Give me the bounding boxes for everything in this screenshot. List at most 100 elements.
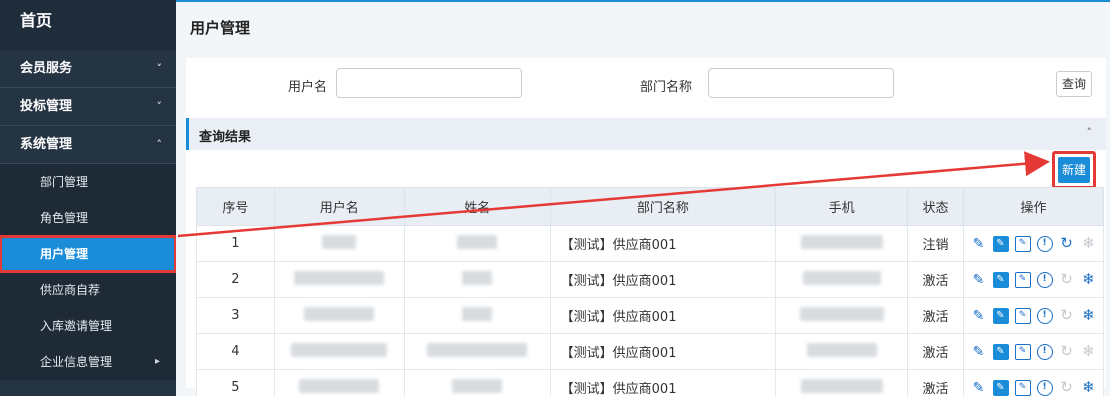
info-circle-icon[interactable]: ! xyxy=(1036,379,1053,396)
info-circle-icon[interactable]: ! xyxy=(1036,343,1053,360)
cell-actions: ✎ ✎ ✎ ! ↻ ❄ xyxy=(963,369,1104,396)
redacted-name xyxy=(462,270,493,285)
sidebar-item-dept[interactable]: 部门管理 xyxy=(0,164,176,200)
col-header: 序号 xyxy=(196,187,275,226)
pencil-icon[interactable]: ✎ xyxy=(971,344,987,360)
row-actions: ✎ ✎ ✎ ! ↻ ❄ xyxy=(964,379,1103,396)
edit-square-outline-icon[interactable]: ✎ xyxy=(1014,271,1031,288)
snowflake-icon[interactable]: ❄ xyxy=(1081,344,1097,360)
redacted-phone xyxy=(806,342,877,357)
sidebar: 首页 会员服务 ˅ 投标管理 ˅ 系统管理 ˄ 部门管理 角色管理 用户管理 供… xyxy=(0,0,177,396)
refresh-icon[interactable]: ↻ xyxy=(1059,236,1075,252)
edit-square-outline-icon[interactable]: ✎ xyxy=(1014,307,1031,324)
table-row: 5 【测试】供应商001 激活 ✎ ✎ ✎ ! ↻ ❄ xyxy=(196,369,1104,396)
cell-phone xyxy=(775,333,909,370)
refresh-icon[interactable]: ↻ xyxy=(1059,308,1075,324)
sidebar-item-label: 企业信息管理 xyxy=(40,355,113,369)
cell-name xyxy=(403,225,551,262)
edit-square-outline-icon[interactable]: ✎ xyxy=(1014,235,1031,252)
info-circle-icon[interactable]: ! xyxy=(1036,235,1053,252)
dept-input[interactable] xyxy=(708,68,894,98)
cell-dept: 【测试】供应商001 xyxy=(549,369,777,396)
redacted-phone xyxy=(799,306,884,321)
redacted-name xyxy=(462,306,493,321)
row-actions: ✎ ✎ ✎ ! ↻ ❄ xyxy=(964,271,1103,288)
sidebar-group-bid-management[interactable]: 投标管理 ˅ xyxy=(0,88,176,126)
cell-name xyxy=(403,369,551,396)
sidebar-item-supplier[interactable]: 供应商自荐 xyxy=(0,272,176,308)
main-content: 用户管理 用户名 部门名称 查询 查询结果 ˄ 新建 序号 用户名 姓名 部门名… xyxy=(176,0,1110,396)
sidebar-item-user[interactable]: 用户管理 xyxy=(0,235,177,273)
snowflake-icon[interactable]: ❄ xyxy=(1081,380,1097,396)
snowflake-icon[interactable]: ❄ xyxy=(1081,236,1097,252)
edit-square-outline-icon[interactable]: ✎ xyxy=(1014,343,1031,360)
redacted-name xyxy=(452,378,503,393)
cell-actions: ✎ ✎ ✎ ! ↻ ❄ xyxy=(963,333,1104,370)
sidebar-group-system-management[interactable]: 系统管理 ˄ xyxy=(0,126,176,164)
sidebar-home[interactable]: 首页 xyxy=(0,0,176,50)
refresh-icon[interactable]: ↻ xyxy=(1059,272,1075,288)
pencil-icon[interactable]: ✎ xyxy=(971,272,987,288)
cell-phone xyxy=(775,369,909,396)
snowflake-icon[interactable]: ❄ xyxy=(1081,272,1097,288)
cell-dept: 【测试】供应商001 xyxy=(549,261,777,298)
redacted-name xyxy=(457,234,498,249)
cell-no: 2 xyxy=(196,261,275,298)
pencil-icon[interactable]: ✎ xyxy=(971,236,987,252)
query-button[interactable]: 查询 xyxy=(1056,71,1092,97)
pencil-icon[interactable]: ✎ xyxy=(971,308,987,324)
redacted-username xyxy=(304,306,375,321)
cell-status: 注销 xyxy=(907,225,964,262)
edit-square-icon[interactable]: ✎ xyxy=(992,307,1009,324)
new-button[interactable]: 新建 xyxy=(1052,151,1096,189)
sidebar-item-role[interactable]: 角色管理 xyxy=(0,200,176,236)
sidebar-item-invite[interactable]: 入库邀请管理 xyxy=(0,308,176,344)
col-header: 手机 xyxy=(775,187,909,226)
cell-status: 激活 xyxy=(907,333,964,370)
refresh-icon[interactable]: ↻ xyxy=(1059,344,1075,360)
redacted-phone xyxy=(802,270,881,285)
cell-no: 4 xyxy=(196,333,275,370)
edit-square-icon[interactable]: ✎ xyxy=(992,343,1009,360)
cell-phone xyxy=(775,297,909,334)
cell-status: 激活 xyxy=(907,369,964,396)
table-row: 1 【测试】供应商001 注销 ✎ ✎ ✎ ! ↻ ❄ xyxy=(196,225,1104,262)
dept-label: 部门名称 xyxy=(640,80,693,95)
snowflake-icon[interactable]: ❄ xyxy=(1081,308,1097,324)
col-header: 部门名称 xyxy=(549,187,777,226)
chevron-down-icon: ˅ xyxy=(156,62,163,75)
sidebar-submenu: 部门管理 角色管理 用户管理 供应商自荐 入库邀请管理 企业信息管理 ▸ xyxy=(0,164,177,380)
edit-square-outline-icon[interactable]: ✎ xyxy=(1014,379,1031,396)
cell-username xyxy=(273,261,405,298)
col-header: 用户名 xyxy=(273,187,405,226)
refresh-icon[interactable]: ↻ xyxy=(1059,380,1075,396)
redacted-phone xyxy=(800,234,883,249)
chevron-right-icon: ▸ xyxy=(154,356,160,367)
redacted-name xyxy=(427,342,528,357)
collapse-icon[interactable]: ˄ xyxy=(1087,126,1093,139)
edit-square-icon[interactable]: ✎ xyxy=(992,379,1009,396)
username-input[interactable] xyxy=(336,68,522,98)
sidebar-group-label: 会员服务 xyxy=(20,61,73,76)
info-circle-icon[interactable]: ! xyxy=(1036,271,1053,288)
cell-status: 激活 xyxy=(907,261,964,298)
sidebar-group-member-service[interactable]: 会员服务 ˅ xyxy=(0,50,176,88)
edit-square-icon[interactable]: ✎ xyxy=(992,235,1009,252)
cell-actions: ✎ ✎ ✎ ! ↻ ❄ xyxy=(963,297,1104,334)
cell-phone xyxy=(775,261,909,298)
info-circle-icon[interactable]: ! xyxy=(1036,307,1053,324)
cell-username xyxy=(273,297,405,334)
cell-status: 激活 xyxy=(907,297,964,334)
row-actions: ✎ ✎ ✎ ! ↻ ❄ xyxy=(964,235,1103,252)
cell-dept: 【测试】供应商001 xyxy=(549,225,777,262)
cell-dept: 【测试】供应商001 xyxy=(549,297,777,334)
chevron-down-icon: ˅ xyxy=(156,100,163,113)
pencil-icon[interactable]: ✎ xyxy=(971,380,987,396)
table-row: 3 【测试】供应商001 激活 ✎ ✎ ✎ ! ↻ ❄ xyxy=(196,297,1104,334)
edit-square-icon[interactable]: ✎ xyxy=(992,271,1009,288)
sidebar-item-company[interactable]: 企业信息管理 ▸ xyxy=(0,344,176,380)
sidebar-group-label: 系统管理 xyxy=(20,137,73,152)
page-title: 用户管理 xyxy=(190,19,251,37)
cell-username xyxy=(273,369,405,396)
cell-no: 1 xyxy=(196,225,275,262)
